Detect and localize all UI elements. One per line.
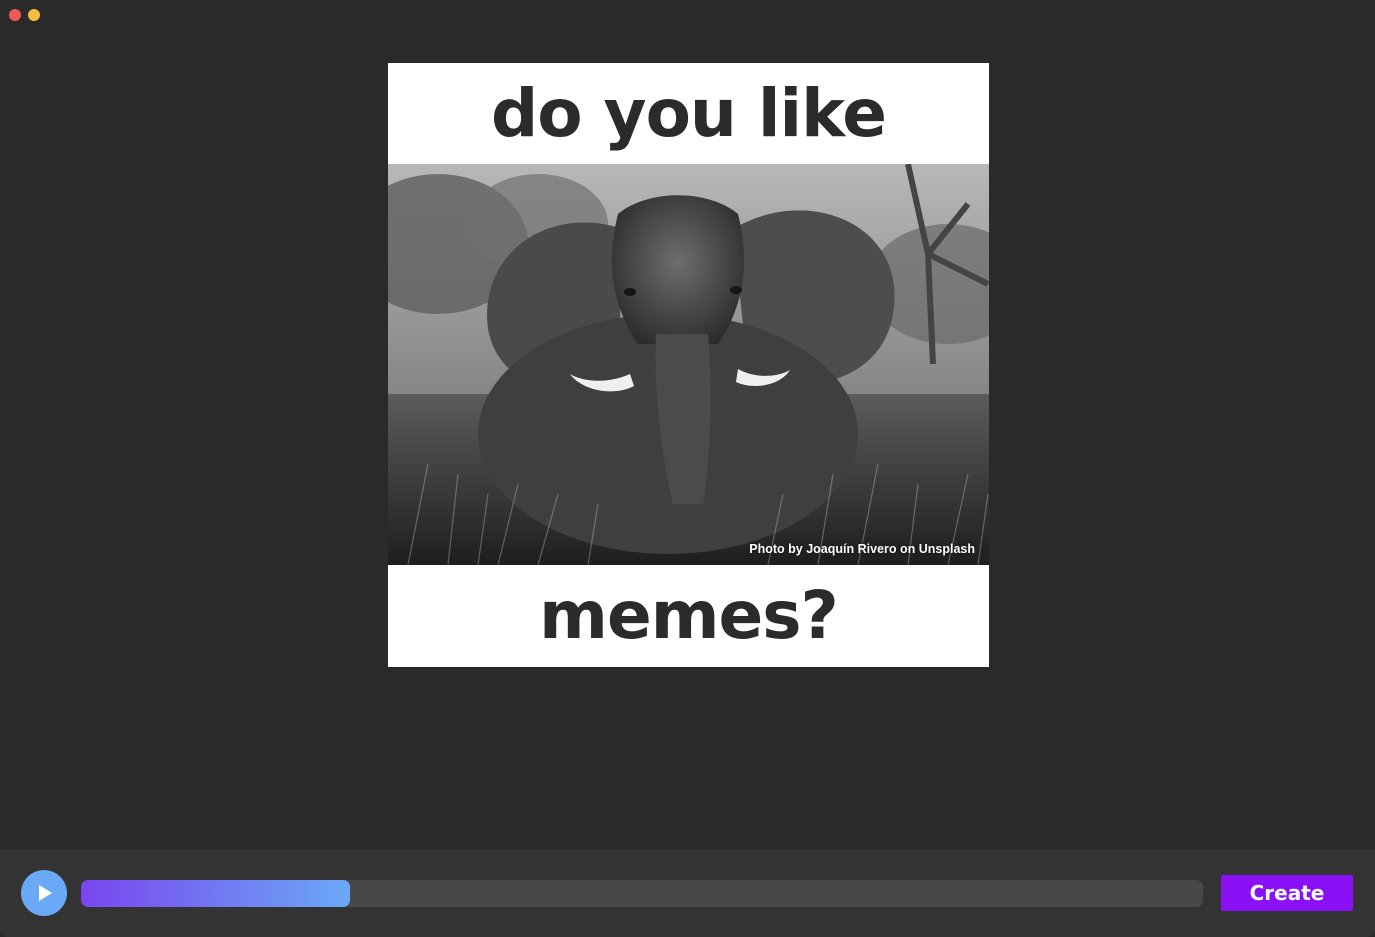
window-controls — [9, 9, 40, 21]
elephant-photo: Photo by Joaquín Rivero on Unsplash — [388, 164, 989, 565]
play-button[interactable] — [21, 870, 67, 916]
elephant-illustration — [388, 164, 989, 565]
app-window: do you like Photo by Joaquín Rivero on U… — [0, 0, 1375, 937]
meme-preview: do you like Photo by Joaquín Rivero on U… — [388, 63, 989, 667]
create-button[interactable]: Create — [1221, 875, 1353, 911]
close-window-button[interactable] — [9, 9, 21, 21]
progress-bar[interactable] — [81, 880, 1203, 907]
progress-fill — [81, 880, 351, 907]
play-icon — [39, 885, 52, 901]
meme-bottom-text: memes? — [539, 577, 839, 654]
meme-top-text: do you like — [490, 75, 887, 152]
photo-credit: Photo by Joaquín Rivero on Unsplash — [749, 542, 975, 556]
playback-bar: Create — [0, 849, 1375, 937]
minimize-window-button[interactable] — [28, 9, 40, 21]
